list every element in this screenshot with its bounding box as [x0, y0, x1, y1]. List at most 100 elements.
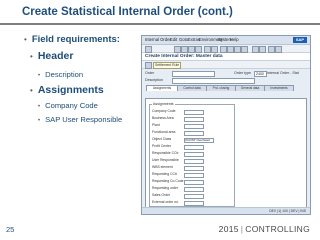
field-label: Plant	[152, 123, 160, 127]
tab-investments[interactable]: Investments	[264, 85, 294, 91]
settlement-rule-button[interactable]: Settlement Rule	[153, 62, 182, 69]
order-type-label: Order type	[234, 71, 251, 75]
bullet-field-requirements: • Field requirements:	[24, 34, 120, 45]
find-icon[interactable]	[211, 46, 218, 53]
field-requesting-co-code: Requesting Co.Code	[152, 179, 232, 185]
bullet-text: SAP User Responsible	[45, 115, 123, 124]
page-number: 25	[6, 225, 15, 234]
field-label: Functional area	[152, 130, 176, 134]
first-page-icon[interactable]	[220, 46, 227, 53]
field-company-code: Company Code	[152, 109, 232, 115]
field-input[interactable]	[184, 116, 204, 122]
help-icon[interactable]	[268, 46, 275, 53]
field-input[interactable]	[184, 130, 204, 136]
title-divider	[0, 23, 320, 25]
menu-internal-order[interactable]: Internal Order	[145, 36, 171, 44]
menu-goto[interactable]: Goto	[179, 36, 188, 44]
field-requesting-cctr: Requesting CCtr	[152, 172, 232, 178]
description-field[interactable]	[172, 77, 255, 84]
other-order-icon[interactable]	[145, 62, 152, 69]
brand-separator: |	[240, 224, 244, 234]
field-label: User Responsible	[152, 158, 179, 162]
previous-page-icon[interactable]	[227, 46, 234, 53]
layout-icon[interactable]	[275, 46, 282, 53]
sap-screenshot: Internal Order Edit Goto Extras Environm…	[141, 35, 311, 215]
tab-control-data[interactable]: Control data	[177, 85, 207, 91]
field-label: Company Code	[152, 109, 176, 113]
next-page-icon[interactable]	[234, 46, 241, 53]
field-label: Requesting order	[152, 186, 179, 190]
cancel-icon[interactable]	[195, 46, 202, 53]
group-title: Assignments	[152, 102, 175, 106]
tab-prd-closing[interactable]: Prd. closing	[206, 85, 236, 91]
save-icon[interactable]	[174, 46, 181, 53]
bullet-text: Assignments	[37, 84, 104, 96]
field-input[interactable]	[184, 186, 204, 192]
assignments-panel: Assignments Company Code Business Area P…	[145, 98, 307, 210]
bullet-text: Header	[37, 50, 74, 62]
bullet-assignments: • Assignments	[30, 84, 104, 96]
bullet-header: • Header	[30, 50, 74, 62]
field-input[interactable]	[184, 151, 204, 157]
field-input[interactable]	[184, 123, 204, 129]
tab-general-data[interactable]: General data	[235, 85, 265, 91]
order-field[interactable]	[172, 70, 215, 77]
tab-strip: Assignments Control data Prd. closing Ge…	[142, 85, 310, 91]
field-requesting-order: Requesting order	[152, 186, 232, 192]
field-label: Requesting CCtr	[152, 172, 178, 176]
menu-edit[interactable]: Edit	[170, 36, 177, 44]
field-label: Responsible CCtr	[152, 151, 179, 155]
slide-title: Create Statistical Internal Order (cont.…	[22, 6, 233, 18]
order-label: Order	[145, 71, 155, 75]
field-user-responsible: User Responsible	[152, 158, 232, 164]
field-input[interactable]	[184, 144, 204, 150]
field-input[interactable]	[184, 172, 204, 178]
bullet-text: Description	[45, 70, 84, 79]
sap-application-toolbar: Settlement Rule	[142, 61, 310, 69]
field-input[interactable]	[184, 193, 204, 199]
field-label: Requesting Co.Code	[152, 179, 184, 183]
field-input[interactable]	[184, 158, 204, 164]
back-icon[interactable]	[181, 46, 188, 53]
menu-help[interactable]: Help	[230, 36, 239, 44]
last-page-icon[interactable]	[241, 46, 248, 53]
field-label: WBS element	[152, 165, 173, 169]
field-external-order-no: External order no.	[152, 200, 232, 206]
field-label: Profit Center	[152, 144, 172, 148]
bullet-sap-user-responsible: • SAP User Responsible	[38, 115, 123, 124]
field-label: Sales Order	[152, 193, 171, 197]
sap-menubar: Internal Order Edit Goto Extras Environm…	[142, 36, 310, 45]
field-input[interactable]: OCOST Overhead	[184, 137, 214, 143]
sap-logo: SAP	[293, 37, 307, 43]
field-responsible-cctr: Responsible CCtr	[152, 151, 232, 157]
shortcut-icon[interactable]	[259, 46, 266, 53]
order-type-text: Internal Order - Stat	[267, 71, 299, 75]
print-icon[interactable]	[204, 46, 211, 53]
field-input[interactable]	[184, 165, 204, 171]
tab-assignments[interactable]: Assignments	[146, 85, 178, 91]
field-functional-area: Functional area	[152, 130, 232, 136]
field-label: Object Class	[152, 137, 172, 141]
bullet-text: Field requirements:	[31, 34, 120, 45]
field-input[interactable]	[184, 179, 204, 185]
field-profit-center: Profit Center	[152, 144, 232, 150]
brand-name: CONTROLLING	[245, 224, 310, 234]
exit-icon[interactable]	[188, 46, 195, 53]
bullet-company-code: • Company Code	[38, 101, 98, 110]
field-object-class: Object Class OCOST Overhead	[152, 137, 232, 143]
field-plant: Plant	[152, 123, 232, 129]
sap-standard-toolbar	[142, 45, 310, 53]
new-session-icon[interactable]	[252, 46, 259, 53]
assignments-group: Assignments Company Code Business Area P…	[149, 102, 235, 207]
enter-icon[interactable]	[145, 46, 152, 53]
field-business-area: Business Area	[152, 116, 232, 122]
order-header: Order Order type Z400 Internal Order - S…	[142, 69, 310, 85]
field-input[interactable]	[184, 109, 204, 115]
field-input[interactable]	[184, 200, 204, 206]
order-type-field[interactable]: Z400	[254, 70, 267, 77]
bullet-text: Company Code	[45, 101, 98, 110]
sap-status-bar: DEV (1) 100 | DEV | INS	[142, 207, 310, 214]
brand-year: 2015	[218, 224, 239, 234]
bullet-description: • Description	[38, 70, 84, 79]
field-label: Business Area	[152, 116, 174, 120]
